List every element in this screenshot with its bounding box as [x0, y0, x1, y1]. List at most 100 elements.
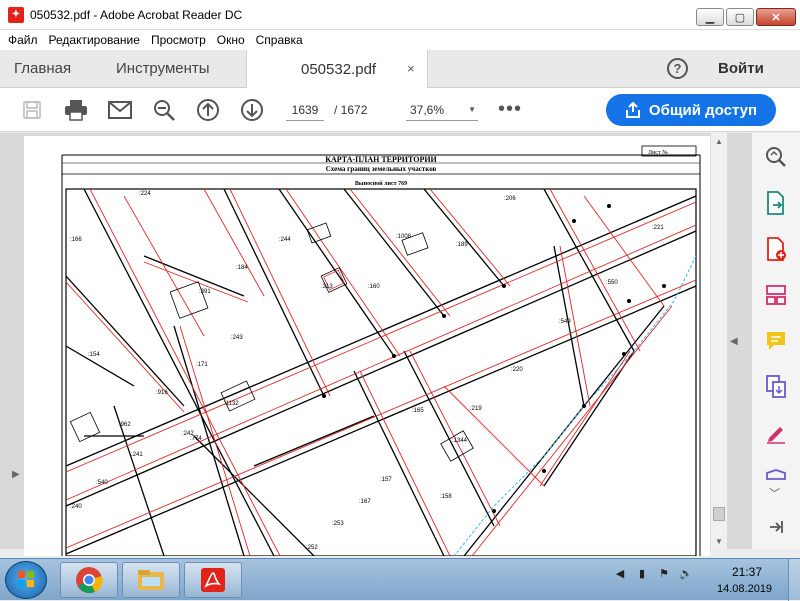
parcel-label: :158: [440, 494, 452, 500]
print-icon[interactable]: [64, 98, 88, 122]
right-panel-toggle-icon[interactable]: ◀: [730, 336, 738, 347]
clock-time[interactable]: 21:37: [732, 565, 762, 579]
window-controls: ▁ ▢ ✕: [696, 8, 796, 26]
chrome-icon[interactable]: [60, 562, 118, 598]
parcel-label: :166: [70, 237, 82, 243]
zoom-select[interactable]: 37,6% ▼: [406, 99, 478, 121]
parcel-label: :253: [332, 521, 344, 527]
enhance-scan-icon[interactable]: [758, 143, 794, 171]
chevron-down-icon: ▼: [468, 105, 476, 114]
menu-bar: Файл Редактирование Просмотр Окно Справк…: [0, 30, 800, 50]
parcel-label: :167: [359, 499, 371, 505]
tray-expand-icon[interactable]: ◀: [612, 565, 628, 581]
menu-window[interactable]: Окно: [217, 33, 245, 47]
parcel-label: :220: [511, 367, 523, 373]
parcel-label: :550: [606, 280, 618, 286]
network-icon[interactable]: ▮: [634, 565, 650, 581]
acrobat-icon: ✦: [8, 6, 24, 23]
share-button[interactable]: Общий доступ: [606, 94, 776, 126]
close-icon[interactable]: ✕: [756, 8, 796, 26]
cadastral-map: Лист № КАРТА-ПЛАН ТЕРРИТОРИИ Схема грани…: [24, 136, 710, 557]
menu-file[interactable]: Файл: [8, 33, 38, 47]
vertical-scrollbar[interactable]: ▲ ▼: [710, 133, 727, 549]
pdf-page: Лист № КАРТА-ПЛАН ТЕРРИТОРИИ Схема грани…: [24, 136, 710, 557]
zoom-search-icon[interactable]: [152, 98, 176, 122]
comment-icon[interactable]: [758, 327, 794, 355]
tab-close-icon[interactable]: ×: [407, 61, 415, 76]
page-down-icon[interactable]: [240, 98, 264, 122]
scroll-thumb[interactable]: [713, 507, 725, 521]
parcel-label: :165: [412, 408, 424, 414]
start-button[interactable]: [5, 561, 47, 599]
parcel-label: :157: [380, 477, 392, 483]
parcel-label: :540: [96, 480, 108, 486]
menu-view[interactable]: Просмотр: [151, 33, 206, 47]
show-desktop-button[interactable]: [788, 559, 800, 601]
create-pdf-icon[interactable]: [758, 235, 794, 263]
parcel-label: :774: [190, 436, 202, 442]
main-toolbar: 1639 / 1672 37,6% ▼ ••• Общий доступ: [0, 88, 800, 132]
parcel-label: :221: [652, 225, 664, 231]
parcel-label: :313: [321, 284, 333, 290]
parcel-label: :154: [88, 352, 100, 358]
combine-files-icon[interactable]: [758, 373, 794, 401]
parcel-label: :189: [456, 242, 468, 248]
map-title: КАРТА-ПЛАН ТЕРРИТОРИИ: [325, 155, 437, 164]
minimize-icon[interactable]: ▁: [696, 8, 724, 26]
scroll-down-icon[interactable]: ▼: [715, 537, 723, 546]
parcel-label: :916: [156, 390, 168, 396]
left-panel-toggle-icon[interactable]: ▶: [12, 469, 20, 480]
tab-tools[interactable]: Инструменты: [116, 50, 210, 88]
parcel-label: :1344: [452, 438, 468, 444]
parcel-label: :184: [236, 265, 248, 271]
acrobat-taskbar-icon[interactable]: [184, 562, 242, 598]
save-icon[interactable]: [20, 98, 44, 122]
parcel-label: :241: [131, 452, 143, 458]
parcel-label: :160: [368, 284, 380, 290]
tab-bar: Главная Инструменты 050532.pdf × ? Войти: [0, 50, 800, 89]
parcel-label: :224: [139, 191, 151, 197]
more-icon[interactable]: •••: [498, 98, 522, 121]
clock-date[interactable]: 14.08.2019: [717, 583, 772, 595]
system-tray: ◀ ▮ ⚑ 🔈: [612, 565, 694, 581]
page-number-input[interactable]: 1639: [286, 99, 324, 121]
parcel-label: :962: [119, 422, 131, 428]
parcel-label: :252: [306, 545, 318, 551]
help-icon[interactable]: ?: [667, 58, 688, 79]
signin-button[interactable]: Войти: [718, 60, 764, 77]
organize-pages-icon[interactable]: [758, 281, 794, 309]
flag-icon[interactable]: ⚑: [656, 565, 672, 581]
page-up-icon[interactable]: [196, 98, 220, 122]
taskbar: ◀ ▮ ⚑ 🔈 21:37 14.08.2019: [0, 558, 800, 601]
email-icon[interactable]: [108, 98, 132, 122]
menu-help[interactable]: Справка: [256, 33, 303, 47]
page-total: / 1672: [334, 103, 368, 117]
parcel-label: :1008: [396, 234, 412, 240]
share-label: Общий доступ: [648, 101, 758, 119]
explorer-icon[interactable]: [122, 562, 180, 598]
zoom-value: 37,6%: [410, 103, 445, 117]
parcel-label: :549: [559, 319, 571, 325]
share-icon: [625, 102, 640, 118]
tab-home[interactable]: Главная: [14, 50, 71, 88]
chevron-down-icon[interactable]: ﹀: [769, 485, 780, 501]
fill-sign-icon[interactable]: [758, 419, 794, 447]
volume-icon[interactable]: 🔈: [678, 565, 694, 581]
inset-label: Выносной лист 769: [355, 180, 407, 187]
parcel-label: :240: [70, 504, 82, 510]
parcel-label: :171: [196, 362, 208, 368]
title-bar: ✦ 050532.pdf - Adobe Acrobat Reader DC ▁…: [0, 0, 800, 30]
map-subtitle: Схема границ земельных участков: [326, 165, 437, 173]
parcel-label: :1132: [224, 401, 239, 407]
scroll-up-icon[interactable]: ▲: [715, 137, 723, 146]
windows-logo-icon: [18, 571, 34, 587]
tab-document[interactable]: 050532.pdf ×: [246, 50, 428, 89]
window-title: 050532.pdf - Adobe Acrobat Reader DC: [30, 7, 243, 22]
maximize-icon[interactable]: ▢: [726, 8, 754, 26]
export-pdf-icon[interactable]: [758, 189, 794, 217]
collapse-panel-icon[interactable]: [758, 513, 794, 541]
parcel-label: :206: [504, 196, 516, 202]
menu-edit[interactable]: Редактирование: [49, 33, 140, 47]
parcel-label: :243: [231, 335, 243, 341]
tools-panel: ﹀: [751, 133, 800, 549]
